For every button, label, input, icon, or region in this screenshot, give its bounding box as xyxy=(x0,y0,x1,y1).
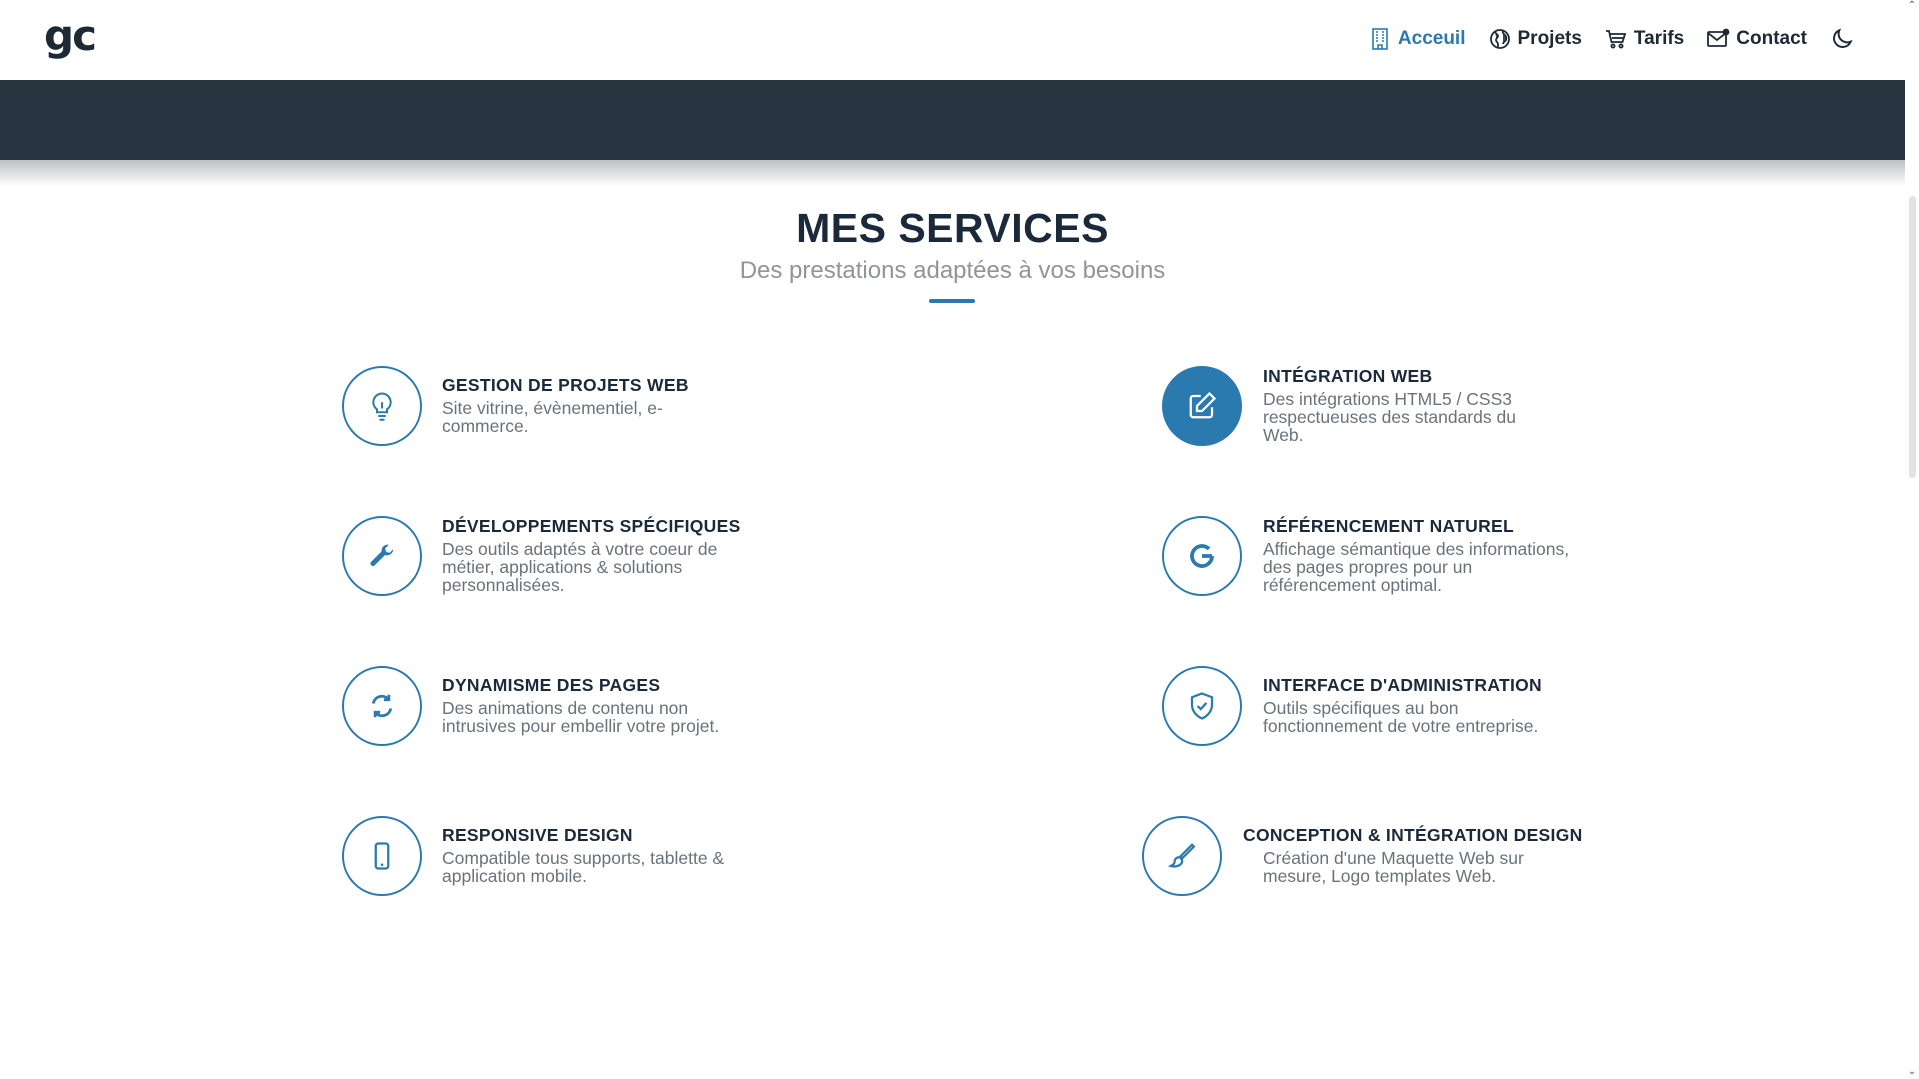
scroll-down-arrow[interactable]: ⌄ xyxy=(1907,1066,1917,1077)
main-nav: Acceuil Projets Tarifs Contact xyxy=(1346,26,1855,52)
service-description: Outils spécifiques au bon fonctionnement… xyxy=(1263,698,1539,736)
service-title: DÉVELOPPEMENTS SPÉCIFIQUES xyxy=(442,516,741,536)
nav-item-tarifs[interactable]: Tarifs xyxy=(1604,27,1684,51)
shield-check-icon xyxy=(1190,692,1214,720)
google-icon xyxy=(1190,544,1214,568)
service-icon-circle xyxy=(342,366,422,446)
refresh-icon xyxy=(371,694,393,718)
service-icon-circle xyxy=(342,666,422,746)
smartphone-icon xyxy=(374,842,390,870)
service-description: Des animations de contenu non intrusives… xyxy=(442,698,720,736)
hero-band xyxy=(0,80,1905,160)
envelope-icon xyxy=(1707,28,1730,47)
brush-icon xyxy=(1167,843,1196,868)
moon-icon[interactable] xyxy=(1829,26,1855,52)
scroll-up-arrow[interactable]: ⌃ xyxy=(1907,0,1917,11)
scroll-thumb[interactable] xyxy=(1909,196,1916,478)
edit-icon xyxy=(1189,391,1217,419)
nav-label: Tarifs xyxy=(1633,28,1685,49)
service-icon-circle xyxy=(1142,816,1222,896)
nav-item-contact[interactable]: Contact xyxy=(1706,27,1807,51)
service-description: Des outils adaptés à votre coeur de méti… xyxy=(442,539,718,595)
site-logo[interactable]: gc xyxy=(44,14,97,58)
service-description: Site vitrine, évènementiel, e-commerce. xyxy=(442,398,663,436)
service-title: INTERFACE D'ADMINISTRATION xyxy=(1263,675,1542,695)
service-title: GESTION DE PROJETS WEB xyxy=(442,375,689,395)
nav-item-projets[interactable]: Projets xyxy=(1488,27,1582,51)
service-description: Affichage sémantique des informations, d… xyxy=(1263,539,1570,595)
wrench-icon xyxy=(370,544,394,566)
site-header: gc Acceuil Projets Tarifs Contact xyxy=(0,0,1905,80)
service-description: Création d'une Maquette Web sur mesure, … xyxy=(1263,848,1524,886)
section-title: MES SERVICES xyxy=(796,205,1109,251)
section-subtitle: Des prestations adaptées à vos besoins xyxy=(739,257,1166,284)
service-icon-circle xyxy=(342,816,422,896)
scrollbar[interactable]: ⌃ ⌄ xyxy=(1905,0,1919,1079)
service-icon-circle xyxy=(1162,366,1242,446)
hero-band-shadow xyxy=(0,160,1905,186)
service-title: RÉFÉRENCEMENT NATUREL xyxy=(1263,516,1514,536)
nav-label: Contact xyxy=(1736,28,1807,49)
service-icon-circle xyxy=(1162,516,1242,596)
service-title: INTÉGRATION WEB xyxy=(1263,366,1433,386)
building-icon xyxy=(1372,28,1388,50)
service-description: Des intégrations HTML5 / CSS3 respectueu… xyxy=(1263,389,1516,445)
section-divider xyxy=(929,299,975,303)
cart-icon xyxy=(1605,30,1627,49)
service-icon-circle xyxy=(1162,666,1242,746)
service-title: CONCEPTION & INTÉGRATION DESIGN xyxy=(1243,825,1583,845)
service-title: DYNAMISME DES PAGES xyxy=(442,675,661,695)
service-title: RESPONSIVE DESIGN xyxy=(442,825,633,845)
nav-label: Projets xyxy=(1517,28,1582,49)
service-icon-circle xyxy=(342,516,422,596)
lightbulb-icon xyxy=(372,392,392,421)
globe-icon xyxy=(1489,29,1510,49)
nav-label: Acceuil xyxy=(1397,28,1466,49)
nav-item-acceuil[interactable]: Acceuil xyxy=(1368,27,1466,51)
service-description: Compatible tous supports, tablette & app… xyxy=(442,848,725,886)
